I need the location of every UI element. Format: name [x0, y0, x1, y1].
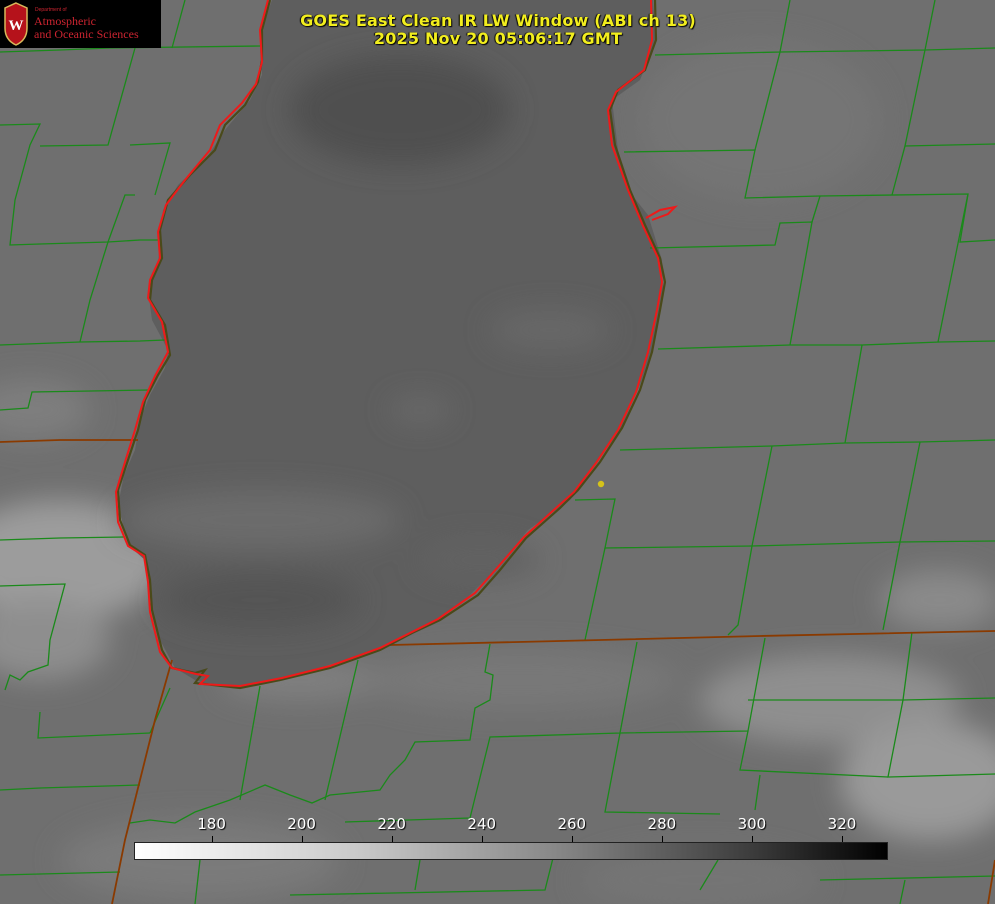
uw-crest-icon: W: [4, 2, 28, 46]
ir-satellite-image: [0, 0, 995, 904]
colorbar-tick-label: 180: [197, 815, 226, 833]
colorbar-tick-mark: [391, 836, 393, 842]
station-marker: [597, 480, 605, 488]
colorbar-tick-mark: [481, 836, 483, 842]
colorbar-tick-label: 300: [737, 815, 767, 833]
colorbar-tick-label: 280: [647, 815, 677, 833]
colorbar-tick-label: 220: [377, 815, 406, 833]
colorbar-tick-mark: [571, 836, 573, 842]
svg-text:W: W: [9, 18, 24, 34]
image-timestamp: 2025 Nov 20 05:06:17 GMT: [373, 29, 623, 48]
uw-aos-logo: W Department of Atmospheric and Oceanic …: [0, 0, 161, 48]
colorbar-tick-label: 200: [287, 815, 316, 833]
logo-dept: Department of: [35, 7, 67, 13]
logo-line-2: and Oceanic Sciences: [34, 27, 139, 41]
colorbar-tick-mark: [841, 836, 843, 842]
colorbar-gradient: [134, 842, 888, 860]
colorbar-legend: 180 200 220 240 260 280 300 320: [134, 812, 888, 860]
colorbar-tick-label: 240: [467, 815, 497, 833]
colorbar-tick-label: 320: [827, 815, 857, 833]
colorbar-tick-mark: [301, 836, 303, 842]
colorbar-tick-mark: [751, 836, 753, 842]
satellite-map-viewer: W Department of Atmospheric and Oceanic …: [0, 0, 995, 904]
image-title: GOES East Clean IR LW Window (ABI ch 13): [300, 11, 696, 30]
colorbar-tick-label: 260: [557, 815, 587, 833]
colorbar-tick-mark: [661, 836, 663, 842]
colorbar-tick-mark: [211, 836, 213, 842]
